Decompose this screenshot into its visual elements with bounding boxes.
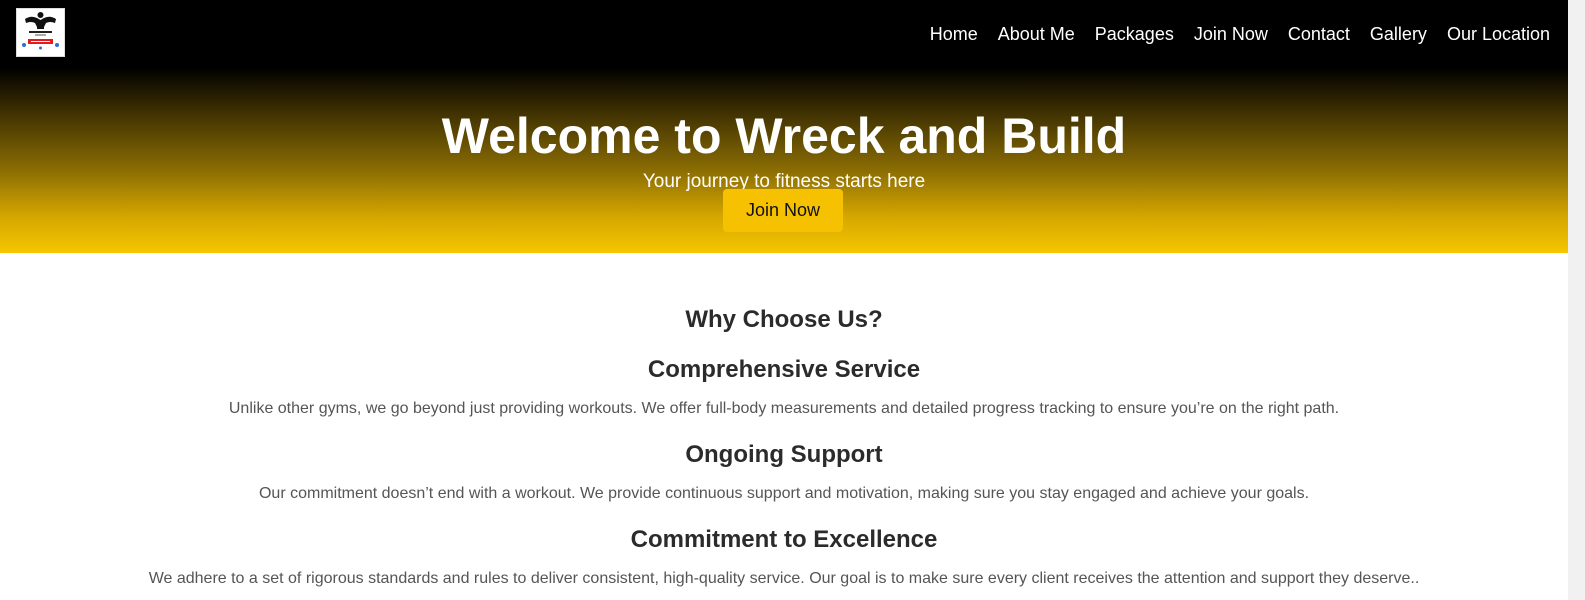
nav-contact-link[interactable]: Contact — [1288, 22, 1350, 46]
hero-title: Welcome to Wreck and Build — [441, 108, 1127, 164]
nav-packages-link[interactable]: Packages — [1095, 22, 1174, 46]
hero-section: Welcome to Wreck and Build Your journey … — [0, 68, 1568, 253]
site-header: Home About Me Packages Join Now Contact … — [0, 0, 1568, 68]
feature-title-support: Ongoing Support — [685, 441, 883, 468]
brand-logo[interactable] — [16, 8, 65, 57]
nav-location-link[interactable]: Our Location — [1447, 22, 1550, 46]
feature-desc-support: Our commitment doesn’t end with a workou… — [258, 485, 1310, 502]
feature-title-excellence: Commitment to Excellence — [630, 526, 938, 553]
page: Home About Me Packages Join Now Contact … — [0, 0, 1585, 600]
nav-join-link[interactable]: Join Now — [1194, 22, 1268, 46]
feature-desc-excellence: We adhere to a set of rigorous standards… — [148, 570, 1420, 587]
feature-desc-comprehensive: Unlike other gyms, we go beyond just pro… — [228, 400, 1340, 417]
feature-title-comprehensive: Comprehensive Service — [647, 356, 921, 383]
join-now-button[interactable]: Join Now — [723, 189, 843, 232]
bodybuilder-logo-icon — [17, 9, 64, 56]
main-nav: Home About Me Packages Join Now Contact … — [930, 22, 1550, 46]
section-title: Why Choose Us? — [685, 306, 883, 333]
nav-gallery-link[interactable]: Gallery — [1370, 22, 1427, 46]
vertical-scrollbar[interactable] — [1568, 0, 1585, 600]
nav-home-link[interactable]: Home — [930, 22, 978, 46]
nav-about-link[interactable]: About Me — [998, 22, 1075, 46]
